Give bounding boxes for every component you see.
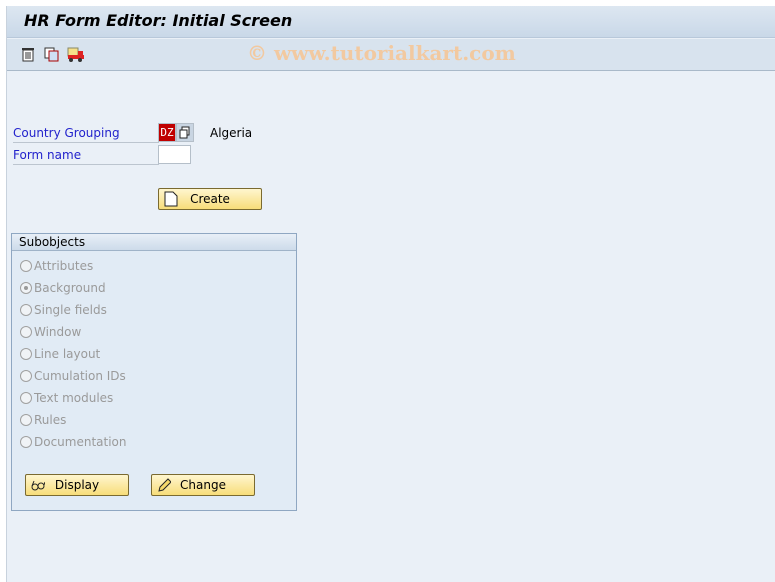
radio-label: Documentation	[34, 435, 127, 449]
radio-single-fields[interactable]: Single fields	[20, 301, 107, 319]
radio-label: Window	[34, 325, 82, 339]
radio-line-layout[interactable]: Line layout	[20, 345, 100, 363]
copy-icon[interactable]	[43, 45, 61, 63]
application-toolbar: © www.tutorialkart.com	[7, 39, 775, 71]
page-title: HR Form Editor: Initial Screen	[24, 11, 293, 30]
form-name-label: Form name	[13, 145, 159, 165]
radio-text-modules[interactable]: Text modules	[20, 389, 113, 407]
radio-background[interactable]: Background	[20, 279, 106, 297]
radio-label: Background	[34, 281, 106, 295]
radio-documentation[interactable]: Documentation	[20, 433, 127, 451]
country-grouping-field[interactable]: DZ	[158, 123, 176, 142]
radio-label: Attributes	[34, 259, 94, 273]
title-bar: HR Form Editor: Initial Screen	[7, 6, 775, 38]
country-name: Algeria	[210, 126, 253, 140]
transport-icon[interactable]	[67, 45, 85, 63]
radio-window[interactable]: Window	[20, 323, 81, 341]
display-label: Display	[54, 478, 100, 492]
radio-label: Single fields	[34, 303, 107, 317]
form-name-input[interactable]	[158, 145, 191, 164]
radio-label: Text modules	[34, 391, 114, 405]
change-label: Change	[180, 478, 226, 492]
pencil-icon	[158, 478, 171, 492]
main-window: HR Form Editor: Initial Screen © www.tut…	[6, 6, 775, 582]
glasses-icon	[31, 480, 45, 491]
change-button[interactable]: Change	[151, 474, 255, 496]
radio-cumulation-ids[interactable]: Cumulation IDs	[20, 367, 126, 385]
value-help-button[interactable]	[176, 123, 194, 142]
subobjects-title: Subobjects	[12, 234, 296, 251]
create-label: Create	[190, 192, 230, 206]
country-grouping-label: Country Grouping	[13, 123, 159, 143]
new-document-icon	[164, 191, 178, 207]
subobjects-group: Subobjects Attributes Background Single …	[11, 233, 297, 511]
create-button[interactable]: Create	[158, 188, 262, 210]
display-button[interactable]: Display	[25, 474, 129, 496]
watermark: © www.tutorialkart.com	[247, 41, 516, 65]
radio-attributes[interactable]: Attributes	[20, 257, 93, 275]
radio-label: Rules	[34, 413, 67, 427]
radio-label: Cumulation IDs	[34, 369, 126, 383]
radio-label: Line layout	[34, 347, 101, 361]
delete-icon[interactable]	[19, 45, 37, 63]
value-help-icon	[179, 126, 190, 139]
radio-rules[interactable]: Rules	[20, 411, 66, 429]
